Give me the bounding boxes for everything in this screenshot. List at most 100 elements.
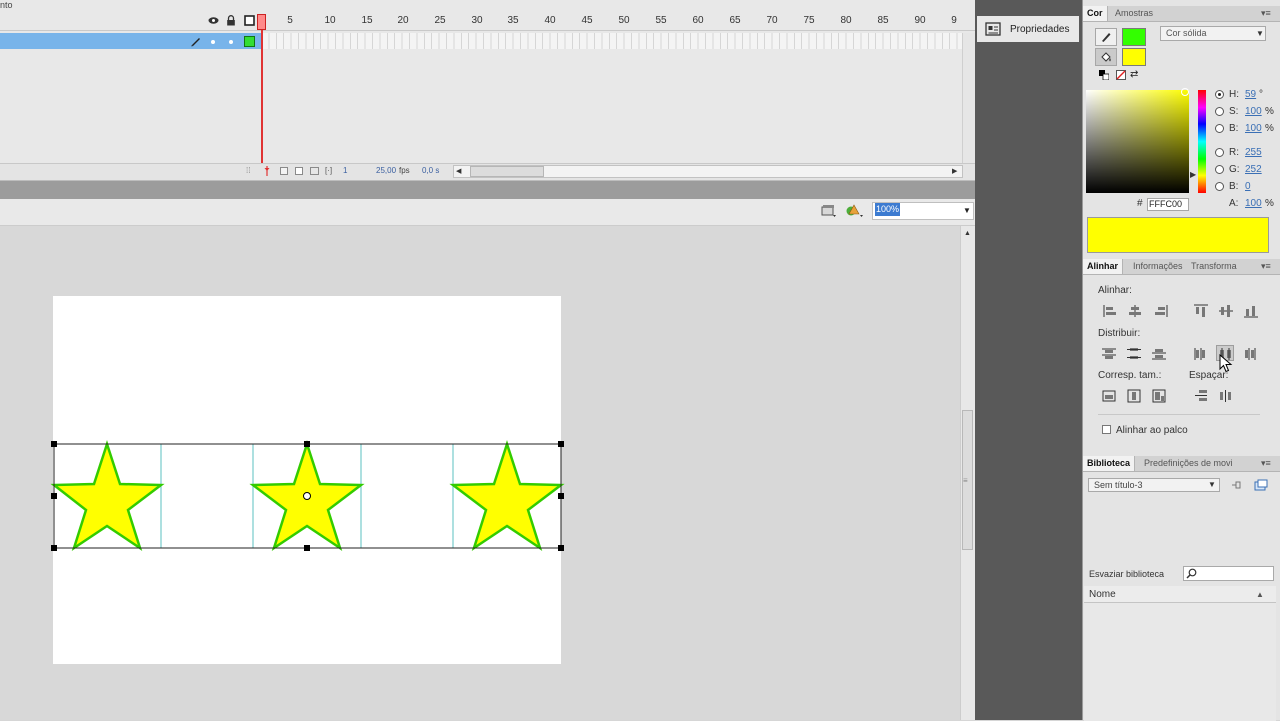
stroke-color-button[interactable]	[1095, 28, 1117, 46]
hue-slider[interactable]	[1198, 90, 1206, 193]
saturation-value[interactable]: 100	[1245, 106, 1262, 117]
no-color-icon[interactable]	[1116, 70, 1126, 80]
fill-color-button[interactable]	[1095, 48, 1117, 66]
pin-library-icon[interactable]	[1230, 479, 1242, 491]
frame-rate-unit: fps	[399, 166, 410, 175]
align-right-icon[interactable]	[1152, 303, 1170, 319]
lock-dot-icon[interactable]	[229, 40, 233, 44]
brightness-unit: %	[1265, 123, 1274, 134]
library-document-name: Sem título-3	[1094, 480, 1143, 490]
library-document-select[interactable]: Sem título-3	[1088, 478, 1220, 492]
stroke-color-swatch[interactable]	[1122, 28, 1146, 46]
library-item-list[interactable]	[1084, 586, 1276, 721]
playhead-handle[interactable]	[257, 14, 266, 30]
edit-scene-icon[interactable]	[821, 204, 837, 218]
blue-value[interactable]: 0	[1245, 181, 1251, 192]
swap-colors-icon[interactable]: ⇄	[1130, 69, 1142, 81]
distribute-top-icon[interactable]	[1100, 346, 1118, 362]
align-left-icon[interactable]	[1101, 303, 1119, 319]
distribute-bottom-icon[interactable]	[1150, 346, 1168, 362]
grip-icon: ⁞⁞	[246, 166, 251, 175]
sort-ascending-icon[interactable]: ▲	[1256, 590, 1264, 599]
name-column-header[interactable]: Nome	[1089, 589, 1116, 600]
panel-menu-icon[interactable]: ▾≡	[1261, 8, 1271, 19]
align-bottom-icon[interactable]	[1242, 303, 1260, 319]
hue-radio[interactable]	[1215, 90, 1224, 99]
onion-skin-icon[interactable]	[280, 167, 288, 175]
color-picker-cursor[interactable]	[1181, 88, 1189, 96]
tab-color[interactable]: Cor	[1083, 6, 1108, 21]
match-width-icon[interactable]	[1100, 388, 1118, 404]
current-frame[interactable]: 1	[343, 166, 347, 175]
distribute-vertical-center-icon[interactable]	[1125, 346, 1143, 362]
distribute-left-icon[interactable]	[1192, 346, 1210, 362]
tab-swatches[interactable]: Amostras	[1111, 6, 1157, 21]
scroll-right-icon[interactable]: ▶	[952, 167, 957, 175]
frame-number: 75	[803, 15, 815, 26]
edit-symbols-icon[interactable]	[846, 203, 864, 218]
tab-library[interactable]: Biblioteca	[1083, 456, 1136, 471]
visibility-dot-icon[interactable]	[211, 40, 215, 44]
brightness-value[interactable]: 100	[1245, 123, 1262, 134]
green-radio[interactable]	[1215, 165, 1224, 174]
hue-value[interactable]: 59	[1245, 89, 1256, 100]
frame-number: 90	[914, 15, 926, 26]
alpha-value[interactable]: 100	[1245, 198, 1262, 209]
hue-slider-arrow-icon[interactable]: ▶	[1190, 170, 1196, 179]
lock-layers-icon[interactable]	[226, 15, 236, 26]
align-to-stage-label[interactable]: Alinhar ao palco	[1116, 425, 1188, 436]
fill-color-swatch[interactable]	[1122, 48, 1146, 66]
timeline-tab-label[interactable]: nto	[0, 0, 13, 10]
hex-input[interactable]: FFFC00	[1147, 198, 1189, 211]
star-selection[interactable]	[48, 438, 568, 554]
align-to-stage-checkbox[interactable]	[1102, 425, 1111, 434]
tab-motion-presets[interactable]: Predefinições de movi	[1140, 456, 1237, 471]
blue-label: B:	[1229, 181, 1239, 192]
match-height-icon[interactable]	[1125, 388, 1143, 404]
elapsed-time[interactable]: 0,0 s	[422, 166, 439, 175]
center-frame-icon[interactable]	[263, 166, 271, 176]
align-vertical-center-icon[interactable]	[1217, 303, 1235, 319]
new-library-panel-icon[interactable]	[1254, 479, 1268, 491]
distribute-right-icon[interactable]	[1241, 346, 1259, 362]
panel-divider[interactable]	[0, 180, 975, 200]
empty-library-label: Esvaziar biblioteca	[1089, 569, 1165, 579]
frames-grid[interactable]	[262, 33, 962, 49]
green-value[interactable]: 252	[1245, 164, 1262, 175]
saturation-radio[interactable]	[1215, 107, 1224, 116]
red-radio[interactable]	[1215, 148, 1224, 157]
chevron-down-icon[interactable]: ▼	[1208, 480, 1216, 489]
align-horizontal-center-icon[interactable]	[1126, 303, 1144, 319]
align-top-icon[interactable]	[1192, 303, 1210, 319]
modify-onion-markers-icon[interactable]: [·]	[325, 166, 336, 176]
panel-menu-icon[interactable]: ▾≡	[1261, 458, 1271, 469]
space-horizontal-icon[interactable]	[1217, 388, 1235, 404]
edit-multiple-frames-icon[interactable]	[310, 167, 319, 175]
timeline-scroll-thumb[interactable]	[470, 166, 544, 177]
color-type-select[interactable]: Cor sólida	[1160, 26, 1266, 41]
red-value[interactable]: 255	[1245, 147, 1262, 158]
onion-skin-outlines-icon[interactable]	[295, 167, 303, 175]
pencil-icon	[190, 35, 202, 47]
space-section-label: Espaçar:	[1189, 370, 1229, 381]
space-vertical-icon[interactable]	[1192, 388, 1210, 404]
tab-info[interactable]: Informações	[1129, 259, 1187, 274]
blue-radio[interactable]	[1215, 182, 1224, 191]
timeline-vertical-scrollbar[interactable]	[962, 33, 975, 163]
show-hide-layers-icon[interactable]	[208, 15, 219, 26]
match-width-height-icon[interactable]	[1150, 388, 1168, 404]
layer-row[interactable]	[0, 33, 262, 49]
scroll-left-icon[interactable]: ◀	[456, 167, 461, 175]
brightness-radio[interactable]	[1215, 124, 1224, 133]
black-white-icon[interactable]	[1099, 70, 1109, 80]
chevron-down-icon[interactable]: ▼	[1256, 29, 1264, 38]
zoom-value[interactable]: 100%	[875, 203, 901, 216]
frame-rate[interactable]: 25,00	[376, 166, 396, 175]
chevron-down-icon[interactable]: ▼	[963, 206, 971, 215]
layer-outline-color-icon[interactable]	[244, 36, 255, 47]
color-saturation-field[interactable]	[1086, 90, 1189, 193]
panel-menu-icon[interactable]: ▾≡	[1261, 261, 1271, 272]
scroll-up-icon[interactable]: ▲	[964, 230, 971, 237]
tab-align[interactable]: Alinhar	[1083, 259, 1124, 274]
tab-transform[interactable]: Transforma	[1187, 259, 1241, 274]
